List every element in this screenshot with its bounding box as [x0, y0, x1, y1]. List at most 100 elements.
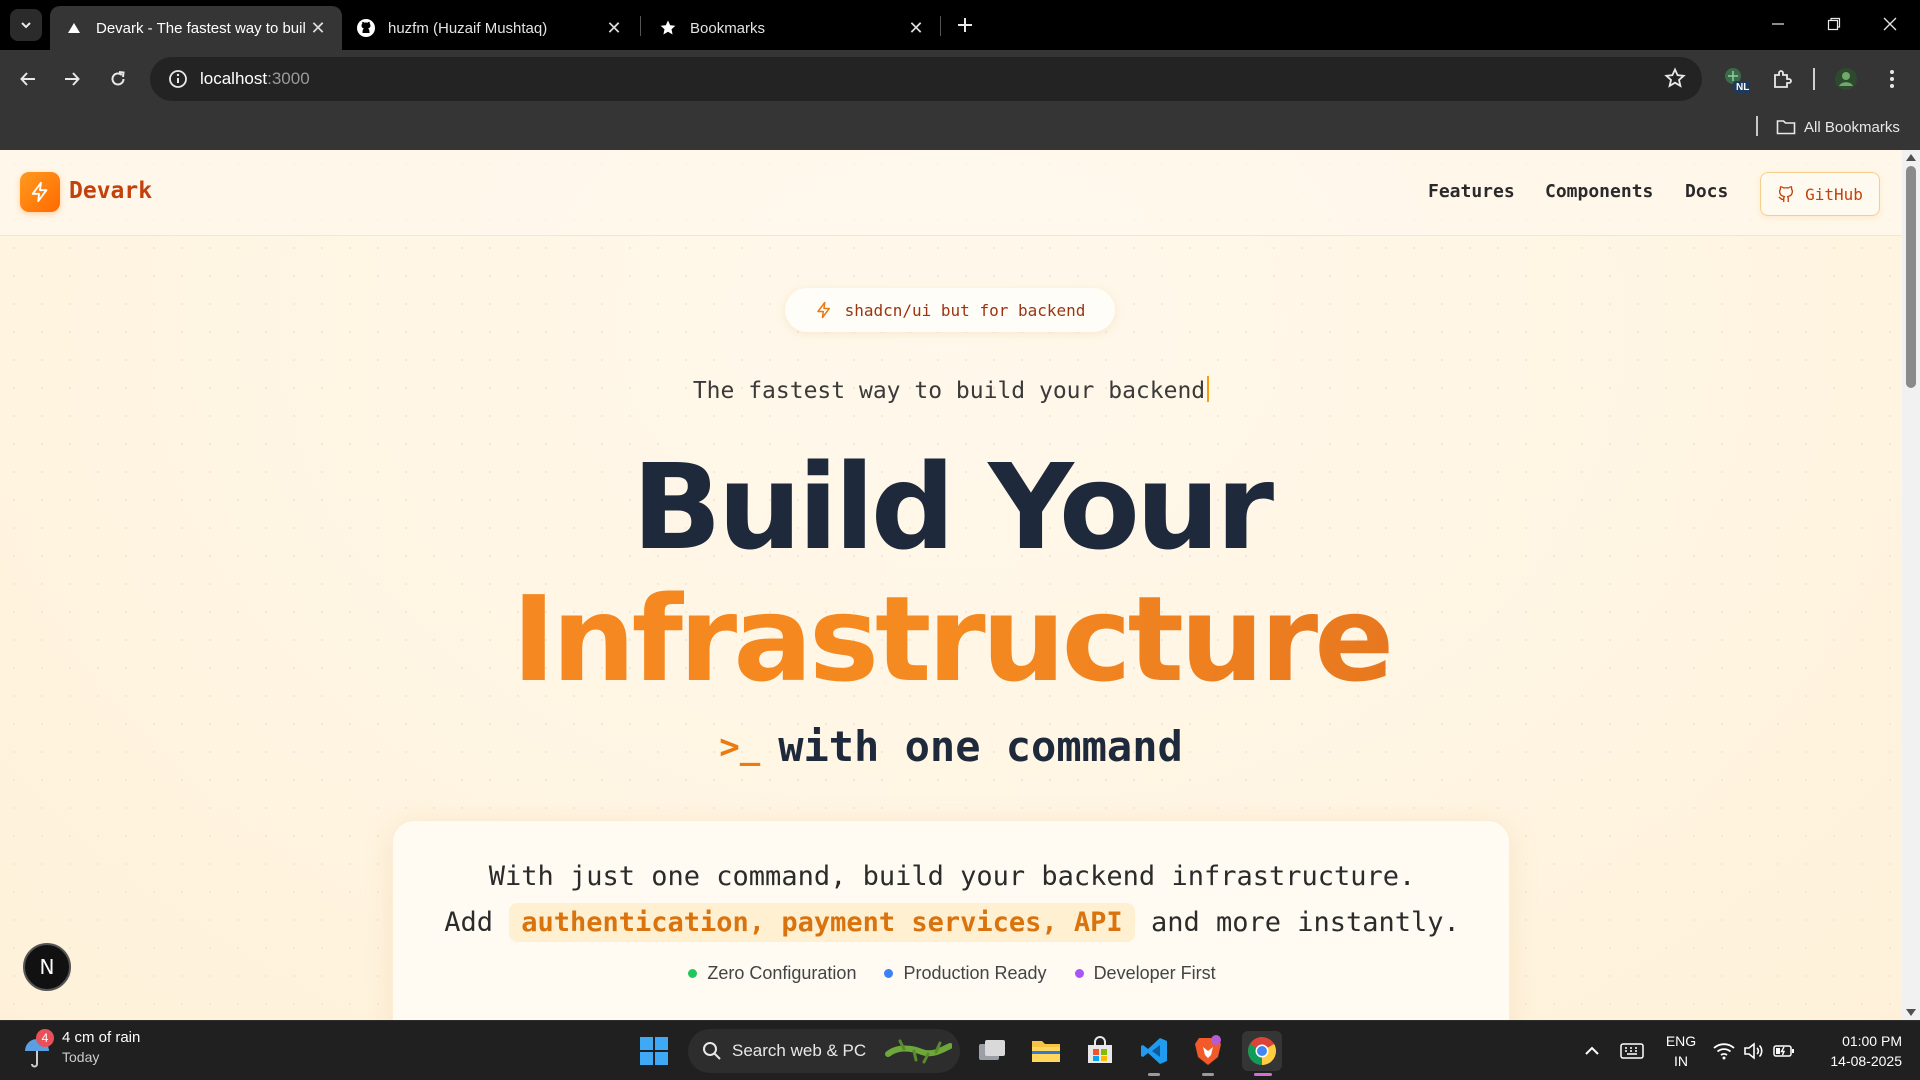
browser-menu-button[interactable] [1876, 63, 1908, 95]
scroll-up-arrow-icon[interactable] [1906, 154, 1916, 161]
wifi-icon [1713, 1043, 1735, 1060]
command-text: with one command [778, 722, 1183, 771]
keyboard-icon [1620, 1043, 1644, 1059]
tab-devark[interactable]: Devark - The fastest way to buil ✕ [50, 6, 342, 50]
logo-text[interactable]: Devark [69, 178, 152, 204]
battery-charging-icon [1773, 1045, 1794, 1057]
reload-button[interactable] [102, 63, 134, 95]
tab-search-button[interactable] [10, 9, 42, 41]
extension-nl-button[interactable]: NL [1720, 63, 1752, 95]
lightning-icon [31, 181, 48, 203]
bookmark-star-icon[interactable] [1664, 67, 1686, 94]
extensions-button[interactable] [1766, 63, 1798, 95]
status-dot-blue [884, 969, 894, 978]
touch-keyboard-button[interactable] [1612, 1031, 1652, 1071]
feature-label: Developer First [1093, 963, 1216, 983]
chrome-icon [1248, 1037, 1276, 1065]
hero-tagline: The fastest way to build your backend [0, 376, 1902, 404]
file-explorer-button[interactable] [1026, 1031, 1066, 1071]
search-icon [703, 1042, 721, 1060]
profile-button[interactable] [1830, 63, 1862, 95]
feature-label: Production Ready [903, 963, 1047, 983]
tab-title: Devark - The fastest way to buil [96, 19, 306, 37]
microsoft-store-button[interactable] [1080, 1031, 1120, 1071]
task-view-button[interactable] [972, 1031, 1012, 1071]
more-vertical-icon [1890, 70, 1894, 88]
close-tab-icon[interactable]: ✕ [308, 18, 328, 39]
site-info-icon[interactable] [156, 57, 200, 101]
windows-taskbar: 4 4 cm of rain Today Search web & PC ENG… [0, 1020, 1920, 1080]
star-icon [658, 18, 678, 38]
hero-headline-line2: Infrastructure [0, 580, 1902, 698]
nav-docs[interactable]: Docs [1685, 181, 1728, 202]
github-icon [1778, 186, 1794, 203]
minimize-icon [1772, 23, 1784, 25]
brave-lion-icon [1195, 1035, 1221, 1065]
terminal-prompt-icon: >_ [719, 727, 761, 767]
chevron-up-icon [1585, 1046, 1599, 1055]
site-header: Devark Features Components Docs GitHub [0, 150, 1902, 236]
card-line-2: Add authentication, payment services, AP… [393, 903, 1511, 942]
chevron-down-icon [21, 22, 31, 29]
task-view-icon [979, 1040, 1005, 1060]
vscode-icon [1141, 1038, 1167, 1064]
close-icon [1883, 17, 1897, 31]
quick-settings-button[interactable] [1706, 1031, 1802, 1071]
taskbar-search[interactable]: Search web & PC [688, 1029, 960, 1073]
restore-icon [1827, 17, 1841, 31]
card-line-1: With just one command, build your backen… [488, 861, 1416, 892]
back-button[interactable] [12, 63, 44, 95]
language-line-2: IN [1674, 1053, 1688, 1069]
weather-widget[interactable]: 4 4 cm of rain Today [22, 1029, 140, 1069]
new-tab-button[interactable] [950, 10, 980, 40]
close-tab-icon[interactable]: ✕ [604, 18, 624, 39]
taskbar-search-placeholder: Search web & PC [732, 1041, 867, 1060]
typing-caret [1207, 376, 1210, 402]
status-dot-purple [1074, 969, 1084, 978]
minimize-button[interactable] [1758, 8, 1798, 40]
forward-button[interactable] [56, 63, 88, 95]
nextjs-dev-indicator[interactable]: N [23, 943, 71, 991]
card-line-2-suffix: and more instantly. [1150, 907, 1460, 938]
tab-github[interactable]: huzfm (Huzaif Mushtaq) ✕ [342, 6, 638, 50]
tab-bookmarks[interactable]: Bookmarks ✕ [644, 6, 940, 50]
feature-label: Zero Configuration [707, 963, 857, 983]
all-bookmarks-button[interactable]: All Bookmarks [1776, 114, 1900, 140]
nav-features[interactable]: Features [1428, 181, 1515, 202]
hero-badge-text: shadcn/ui but for backend [844, 300, 1086, 320]
volume-icon [1744, 1042, 1763, 1060]
running-indicator [1148, 1073, 1160, 1076]
toolbar-divider [1813, 68, 1815, 90]
nav-components[interactable]: Components [1545, 181, 1653, 202]
rain-umbrella-icon: 4 [22, 1029, 54, 1069]
restore-button[interactable] [1814, 8, 1854, 40]
tab-strip: Devark - The fastest way to buil ✕ huzfm… [0, 0, 1920, 50]
close-tab-icon[interactable]: ✕ [906, 18, 926, 39]
input-language-indicator[interactable]: ENG IN [1664, 1031, 1698, 1071]
weather-sub: Today [62, 1049, 100, 1065]
logo-mark[interactable] [20, 172, 60, 212]
brave-button[interactable] [1188, 1031, 1228, 1071]
address-bar[interactable]: localhost:3000 [150, 57, 1702, 101]
plus-icon [958, 18, 972, 32]
scroll-down-arrow-icon[interactable] [1906, 1009, 1916, 1016]
github-icon [356, 18, 376, 38]
hero-command-line: >_ with one command [0, 722, 1902, 771]
all-bookmarks-label: All Bookmarks [1804, 118, 1900, 136]
tagline-text: The fastest way to build your backend [692, 378, 1206, 404]
feature-pills: Zero Configuration Production Ready Deve… [393, 963, 1511, 984]
system-clock[interactable]: 01:00 PM 14-08-2025 [1812, 1031, 1902, 1071]
close-window-button[interactable] [1870, 8, 1910, 40]
start-button[interactable] [634, 1031, 674, 1071]
search-highlight-lizard-icon [885, 1039, 952, 1064]
vscode-button[interactable] [1134, 1031, 1174, 1071]
chrome-button[interactable] [1242, 1031, 1282, 1071]
hero-headline-line1: Build Your [631, 438, 1274, 576]
page-scrollbar[interactable] [1902, 150, 1920, 1020]
github-button[interactable]: GitHub [1760, 172, 1880, 216]
show-hidden-icons-button[interactable] [1572, 1031, 1612, 1071]
folder-icon [1032, 1041, 1060, 1062]
page-viewport: Devark Features Components Docs GitHub s… [0, 150, 1902, 1020]
store-bag-icon [1088, 1036, 1112, 1063]
scrollbar-thumb[interactable] [1906, 166, 1916, 388]
